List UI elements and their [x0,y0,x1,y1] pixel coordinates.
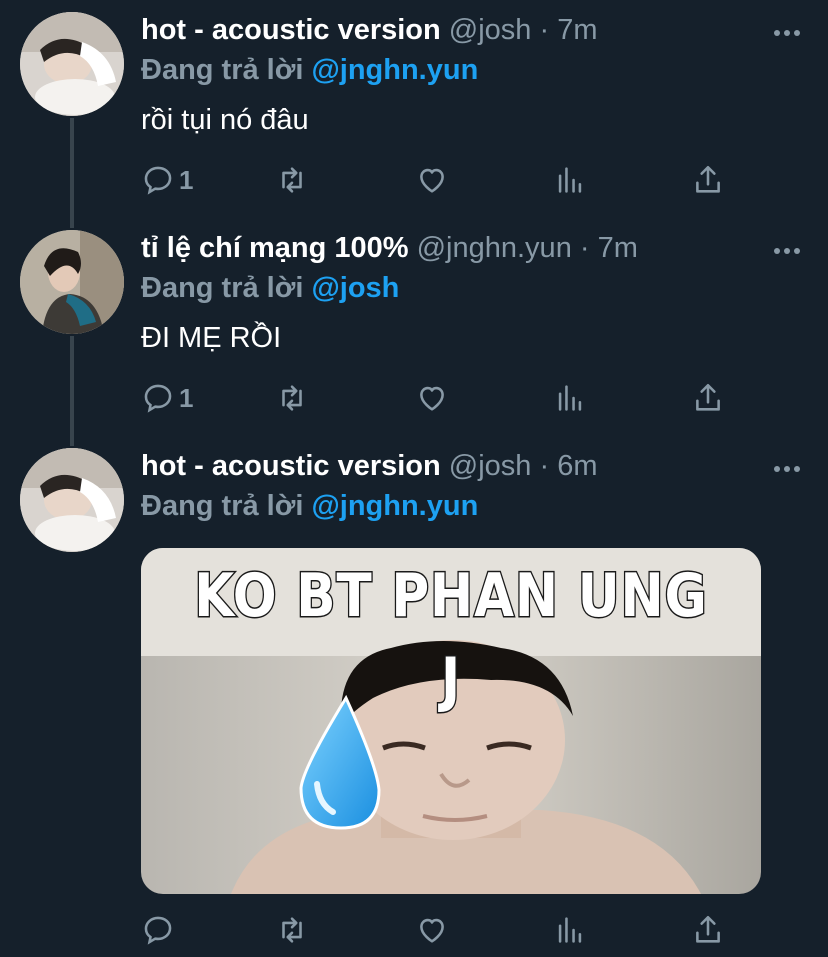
tweet[interactable]: tỉ lệ chí mạng 100% @jnghn.yun · 7m Đang… [0,218,828,436]
share-button[interactable] [691,162,725,198]
tweet-header: hot - acoustic version @josh · 6m [141,448,598,484]
media-caption: KO BT PHAN UNG J [193,560,708,717]
tweet-text: ĐI MẸ RỒI [141,322,282,354]
user-handle[interactable]: @josh [449,14,532,46]
replying-to-label: Đang trả lời [141,272,304,304]
action-bar: 1 [141,380,741,416]
reply-button[interactable] [141,912,179,948]
analytics-button[interactable] [553,162,587,198]
retweet-button[interactable] [275,380,309,416]
replying-to: Đang trả lời @jnghn.yun [141,52,478,88]
heart-icon [420,386,444,411]
like-button[interactable] [415,162,449,198]
timestamp[interactable]: 7m [598,232,638,264]
retweet-button[interactable] [275,162,309,198]
analytics-icon [558,917,582,943]
replying-to: Đang trả lời @jnghn.yun [141,488,478,524]
analytics-button[interactable] [553,380,587,416]
replying-to: Đang trả lời @josh [141,270,399,306]
tweet-text: rồi tụi nó đâu [141,104,309,136]
action-bar [141,912,741,948]
more-icon[interactable] [772,246,802,256]
analytics-icon [558,385,582,411]
separator-dot: · [539,14,550,46]
replying-to-label: Đang trả lời [141,490,304,522]
avatar[interactable] [20,230,124,334]
share-button[interactable] [691,912,725,948]
retweet-icon [282,917,302,943]
tweet[interactable]: hot - acoustic version @josh · 7m Đang t… [0,0,828,218]
user-handle[interactable]: @josh [449,450,532,482]
avatar[interactable] [20,448,124,552]
analytics-button[interactable] [553,912,587,948]
share-icon [696,383,720,411]
retweet-button[interactable] [275,912,309,948]
tweet-media-image[interactable]: KO BT PHAN UNG J [141,548,761,894]
display-name[interactable]: hot - acoustic version [141,14,441,46]
mention-link[interactable]: @josh [311,272,399,304]
mention-link[interactable]: @jnghn.yun [311,490,478,522]
reply-icon [144,384,172,413]
separator-dot: · [579,232,590,264]
display-name[interactable]: tỉ lệ chí mạng 100% [141,232,409,264]
reply-button[interactable]: 1 [141,162,193,198]
like-button[interactable] [415,912,449,948]
heart-icon [420,168,444,193]
avatar[interactable] [20,12,124,116]
tweet-header: tỉ lệ chí mạng 100% @jnghn.yun · 7m [141,230,638,266]
like-button[interactable] [415,380,449,416]
retweet-icon [282,385,302,411]
separator-dot: · [539,450,550,482]
display-name[interactable]: hot - acoustic version [141,450,441,482]
tweet-header: hot - acoustic version @josh · 7m [141,12,598,48]
action-bar: 1 [141,162,741,198]
analytics-icon [558,167,582,193]
user-handle[interactable]: @jnghn.yun [417,232,572,264]
timestamp[interactable]: 6m [557,450,597,482]
mention-link[interactable]: @jnghn.yun [311,54,478,86]
reply-button[interactable]: 1 [141,380,193,416]
reply-icon [144,166,172,195]
timestamp[interactable]: 7m [557,14,597,46]
heart-icon [420,918,444,943]
more-icon[interactable] [772,28,802,38]
more-icon[interactable] [772,464,802,474]
share-icon [696,915,720,943]
reply-count: 1 [179,164,194,195]
retweet-icon [282,167,302,193]
share-button[interactable] [691,380,725,416]
reply-icon [144,916,172,945]
reply-count: 1 [179,382,194,413]
share-icon [696,165,720,193]
replying-to-label: Đang trả lời [141,54,304,86]
